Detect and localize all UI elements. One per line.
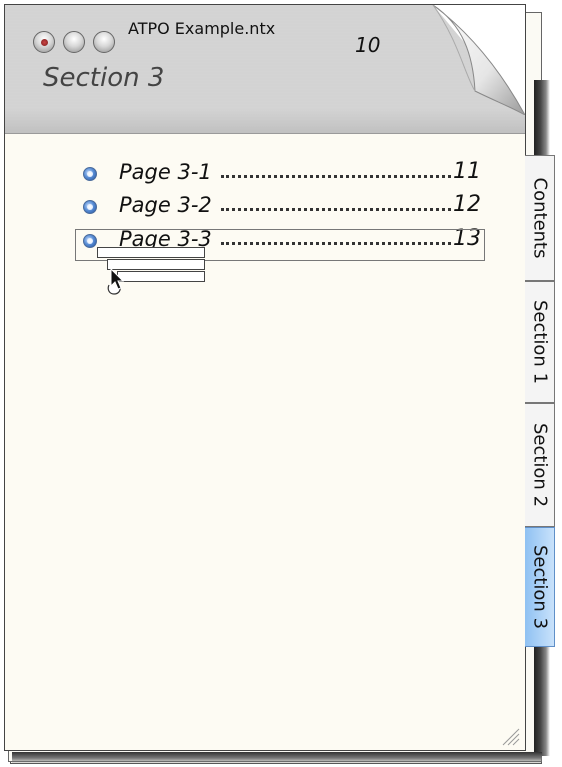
drag-preview-row bbox=[117, 271, 205, 282]
tab-section-2[interactable]: Section 2 bbox=[525, 403, 555, 527]
toc-entry[interactable]: Page 3-1 11 bbox=[83, 159, 483, 186]
tab-section-1[interactable]: Section 1 bbox=[525, 281, 555, 403]
drag-preview-row bbox=[97, 247, 205, 258]
resize-grip-icon[interactable] bbox=[497, 723, 521, 747]
tab-label: Section 3 bbox=[529, 544, 550, 630]
leader-dots bbox=[221, 208, 451, 211]
tab-label: Section 2 bbox=[529, 422, 550, 508]
toc-entry-label: Page 3-1 bbox=[119, 160, 212, 184]
section-title: Section 3 bbox=[43, 63, 165, 93]
tab-section-3[interactable]: Section 3 bbox=[525, 527, 555, 647]
notebook-window: ATPO Example.ntx 10 Section 3 Page 3-1 1… bbox=[4, 4, 526, 751]
radio-bullet-icon bbox=[83, 167, 97, 181]
radio-bullet-icon bbox=[83, 200, 97, 214]
leader-dots bbox=[221, 175, 451, 178]
title-bar[interactable]: ATPO Example.ntx 10 Section 3 bbox=[5, 5, 525, 134]
toc-entry-page: 11 bbox=[453, 159, 481, 184]
drag-cursor-icon bbox=[107, 267, 125, 295]
zoom-button-icon[interactable] bbox=[93, 31, 115, 53]
tab-contents[interactable]: Contents bbox=[525, 155, 555, 281]
window-shadow-bottom bbox=[12, 752, 542, 764]
header-page-number: 10 bbox=[355, 33, 381, 57]
tab-label: Contents bbox=[529, 177, 550, 259]
page-curl-icon[interactable] bbox=[403, 5, 525, 115]
toc-entry[interactable]: Page 3-2 12 bbox=[83, 192, 483, 219]
close-button-icon[interactable] bbox=[33, 31, 55, 53]
tab-label: Section 1 bbox=[529, 299, 550, 385]
window-title: ATPO Example.ntx bbox=[128, 19, 276, 38]
minimize-button-icon[interactable] bbox=[63, 31, 85, 53]
toc-entry-page: 12 bbox=[453, 192, 481, 217]
toc-entry-label: Page 3-2 bbox=[119, 193, 212, 217]
